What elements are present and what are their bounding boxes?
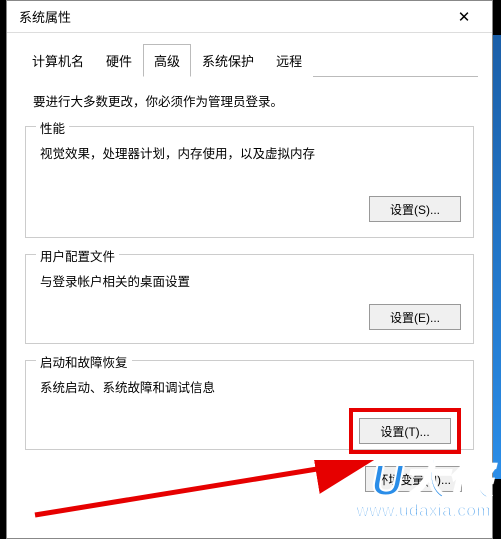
startup-legend: 启动和故障恢复: [36, 352, 132, 371]
tab-hardware[interactable]: 硬件: [95, 44, 143, 77]
user-profiles-group: 用户配置文件 与登录帐户相关的桌面设置 设置(E)...: [25, 254, 474, 344]
close-button[interactable]: ✕: [444, 2, 484, 32]
tab-advanced[interactable]: 高级: [143, 44, 191, 77]
user-profiles-desc: 与登录帐户相关的桌面设置: [40, 271, 461, 290]
highlight-box: 设置(T)...: [349, 408, 461, 454]
dialog-content: 计算机名 硬件 高级 系统保护 远程 要进行大多数更改，你必须作为管理员登录。 …: [7, 33, 492, 492]
startup-settings-button[interactable]: 设置(T)...: [359, 418, 451, 444]
user-profiles-settings-button[interactable]: 设置(E)...: [369, 304, 461, 330]
performance-desc: 视觉效果，处理器计划，内存使用，以及虚拟内存: [40, 143, 461, 162]
environment-variables-button[interactable]: 环境变量(N)...: [365, 466, 462, 492]
performance-group: 性能 视觉效果，处理器计划，内存使用，以及虚拟内存 设置(S)...: [25, 126, 474, 238]
performance-settings-button[interactable]: 设置(S)...: [369, 196, 461, 222]
performance-legend: 性能: [36, 118, 69, 137]
close-icon: ✕: [458, 8, 471, 26]
system-properties-window: 系统属性 ✕ 计算机名 硬件 高级 系统保护 远程 要进行大多数更改，你必须作为…: [6, 0, 493, 539]
startup-recovery-group: 启动和故障恢复 系统启动、系统故障和调试信息 设置(T)...: [25, 360, 474, 450]
tab-computer-name[interactable]: 计算机名: [21, 44, 95, 77]
titlebar: 系统属性 ✕: [7, 1, 492, 33]
admin-note: 要进行大多数更改，你必须作为管理员登录。: [33, 91, 478, 110]
startup-desc: 系统启动、系统故障和调试信息: [40, 377, 461, 396]
desktop-edge: [493, 35, 501, 479]
tab-system-protection[interactable]: 系统保护: [191, 44, 265, 77]
user-profiles-legend: 用户配置文件: [36, 246, 119, 265]
window-title: 系统属性: [19, 7, 71, 26]
tab-remote[interactable]: 远程: [265, 44, 313, 77]
tab-strip: 计算机名 硬件 高级 系统保护 远程: [21, 43, 478, 77]
